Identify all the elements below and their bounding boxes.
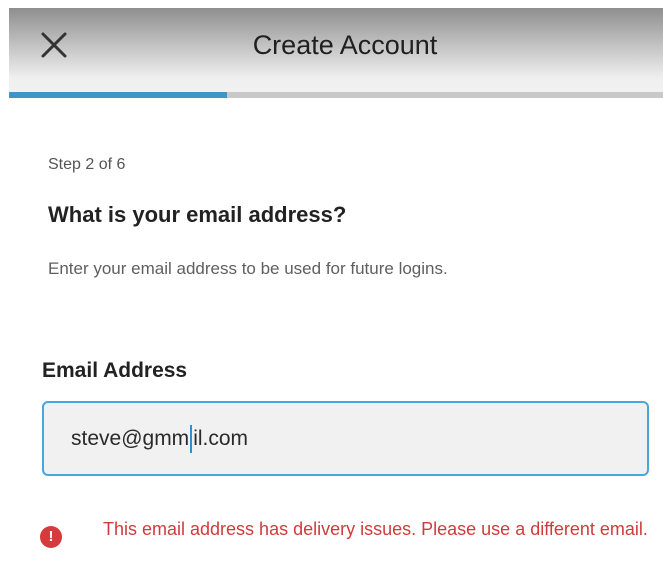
email-field-label: Email Address <box>42 359 188 382</box>
email-value-part-1: steve@gmm <box>71 426 190 450</box>
email-input[interactable]: steve@gmm il.com <box>42 401 649 476</box>
app-header: Create Account <box>9 8 663 98</box>
text-caret <box>190 424 193 453</box>
email-value-part-2: il.com <box>193 426 249 450</box>
question-heading: What is your email address? <box>48 202 347 227</box>
create-account-screen: Create Account Step 2 of 6 What is your … <box>0 0 663 567</box>
progress-bar-fill <box>9 92 227 98</box>
page-title: Create Account <box>252 30 438 60</box>
progress-bar <box>9 92 663 98</box>
alert-icon: ! <box>40 526 62 548</box>
error-message: This email address has delivery issues. … <box>103 519 648 539</box>
step-indicator: Step 2 of 6 <box>48 156 126 173</box>
question-hint: Enter your email address to be used for … <box>48 259 448 278</box>
